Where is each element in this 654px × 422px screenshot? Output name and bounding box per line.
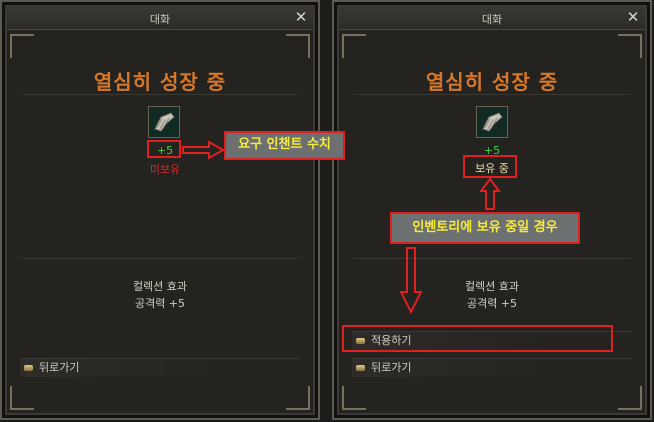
gauntlet-item-icon[interactable]	[476, 106, 508, 138]
apply-button-highlight	[342, 325, 613, 352]
frame-corner	[286, 34, 310, 58]
collection-effect-title: 컬렉션 효과	[464, 280, 520, 293]
collection-effect-title: 컬렉션 효과	[132, 280, 188, 293]
collection-effect-value: 공격력 +5	[466, 297, 518, 310]
back-button[interactable]: 뒤로가기	[20, 358, 300, 377]
arrow-right-icon	[182, 140, 226, 160]
back-button-label: 뒤로가기	[39, 361, 80, 374]
ownership-status: 미보유	[149, 163, 181, 176]
divider	[22, 258, 298, 259]
collection-heading: 열심히 성장 중	[93, 70, 227, 94]
title-bar: 대화 ✕	[339, 7, 645, 30]
frame-corner	[10, 34, 34, 58]
ownership-status-highlight	[463, 155, 517, 178]
frame-corner	[618, 34, 642, 58]
gauntlet-item-icon[interactable]	[148, 106, 180, 138]
divider	[354, 258, 630, 259]
close-icon[interactable]: ✕	[625, 9, 641, 25]
annotation-inventory-owned: 인벤토리에 보유 중일 경우	[390, 212, 580, 244]
menu-bullet-icon	[356, 365, 365, 371]
collection-heading: 열심히 성장 중	[425, 70, 559, 94]
enchant-level-highlight	[147, 140, 181, 158]
close-icon[interactable]: ✕	[293, 9, 309, 25]
back-button-label: 뒤로가기	[371, 361, 412, 374]
frame-corner	[10, 386, 34, 410]
frame-corner	[342, 386, 366, 410]
arrow-down-icon	[399, 247, 423, 315]
frame-corner	[286, 386, 310, 410]
divider	[22, 94, 298, 95]
arrow-up-icon	[479, 177, 501, 210]
frame-corner	[342, 34, 366, 58]
dialog-window-left: 대화 ✕ 열심히 성장 중 +5 미보유 컬렉션 효과 공격력 +5 뒤로가기	[0, 0, 320, 420]
title-bar: 대화 ✕	[7, 7, 313, 30]
annotation-required-enchant: 요구 인챈트 수치	[224, 131, 345, 160]
menu-bullet-icon	[24, 365, 33, 371]
divider	[354, 94, 630, 95]
frame-corner	[618, 386, 642, 410]
back-button[interactable]: 뒤로가기	[352, 358, 632, 377]
collection-effect-value: 공격력 +5	[134, 297, 186, 310]
window-title: 대화	[149, 13, 171, 26]
window-title: 대화	[481, 13, 503, 26]
